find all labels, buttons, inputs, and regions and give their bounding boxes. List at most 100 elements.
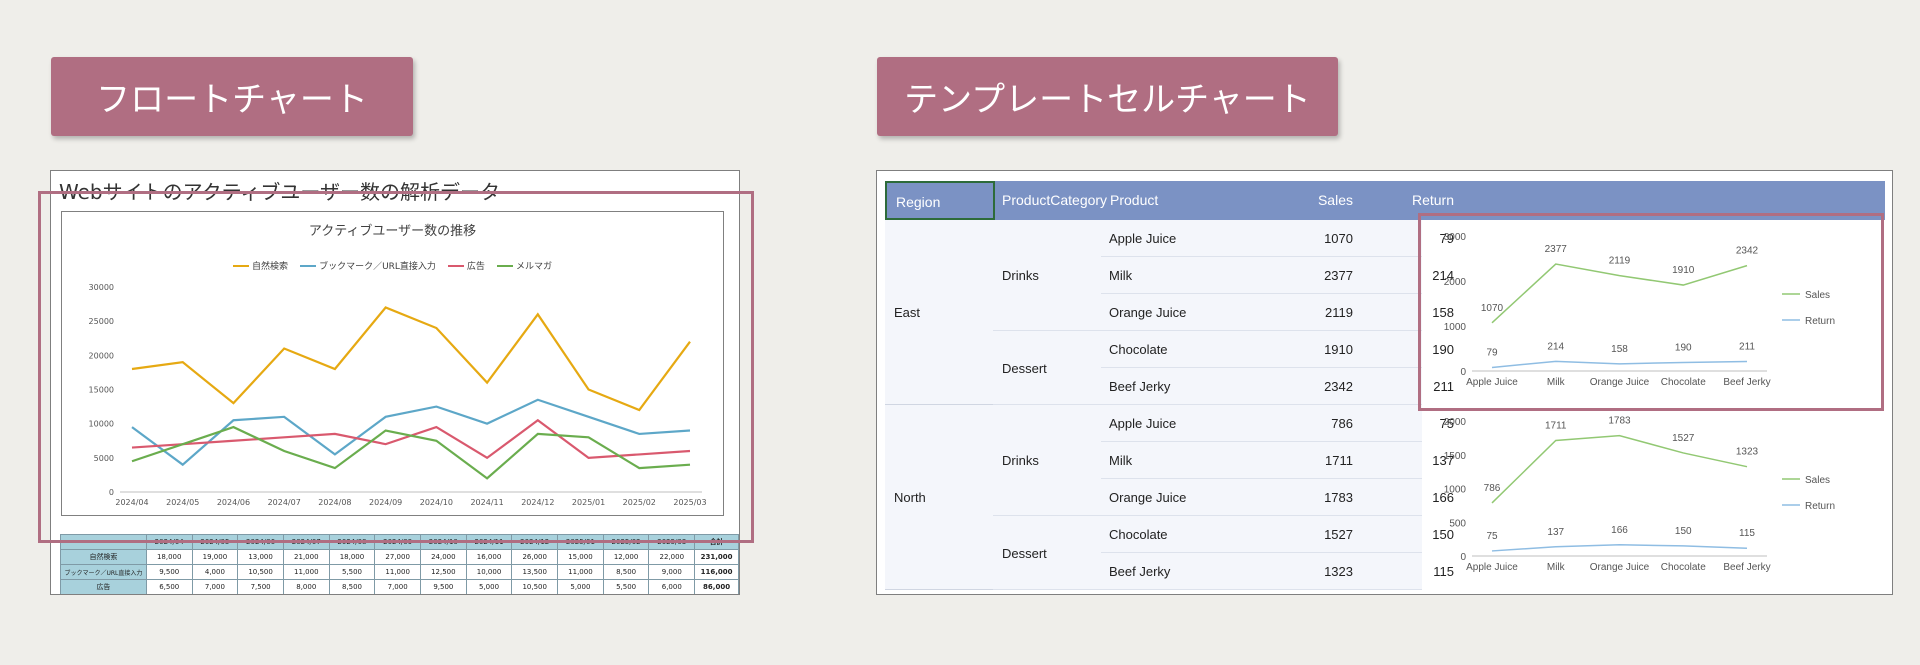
table-header-cell[interactable]: 2024/06 [237, 534, 284, 550]
table-header-cell[interactable] [60, 534, 147, 550]
table-header-cell[interactable]: 2024/12 [511, 534, 559, 550]
table-cell[interactable]: 8,500 [602, 564, 650, 580]
header-product-category[interactable]: ProductCategory [1002, 181, 1107, 220]
table-cell[interactable]: 10,000 [465, 564, 513, 580]
table-header-cell[interactable]: 2025/03 [648, 534, 696, 550]
table-cell[interactable]: 16,000 [465, 549, 513, 565]
table-cell[interactable]: 11,000 [282, 564, 330, 580]
table-header-cell[interactable]: 2024/10 [420, 534, 467, 550]
sales-cell[interactable]: 2119 [1267, 294, 1353, 331]
product-cell[interactable]: Milk [1109, 442, 1132, 479]
table-cell[interactable]: 12,000 [602, 549, 650, 565]
table-cell[interactable]: 19,000 [191, 549, 239, 565]
product-cell[interactable]: Chocolate [1109, 516, 1168, 553]
region-cell[interactable]: North [894, 479, 926, 516]
product-cell[interactable]: Apple Juice [1109, 405, 1176, 442]
table-cell[interactable]: 5,000 [557, 579, 604, 594]
table-header-cell[interactable]: 合計 [694, 534, 739, 550]
table-header-cell[interactable]: 2024/07 [282, 534, 330, 550]
table-cell[interactable]: 3,500 [603, 595, 649, 596]
table-cell[interactable]: 8,000 [558, 595, 604, 596]
table-cell[interactable]: 18,000 [328, 549, 376, 565]
table-cell[interactable]: 10,500 [511, 579, 559, 594]
table-cell[interactable]: 26,000 [511, 549, 559, 565]
row-label-cell[interactable]: メルマガ [61, 595, 147, 596]
category-cell[interactable]: Dessert [1002, 535, 1047, 572]
table-cell[interactable]: 73,000 [695, 595, 739, 596]
table-cell[interactable]: 24,000 [420, 549, 467, 565]
header-region-cell[interactable]: Region [885, 181, 995, 220]
table-cell[interactable]: 4,500 [146, 595, 192, 596]
table-cell[interactable]: 7,000 [191, 579, 239, 594]
table-cell[interactable]: 5,500 [602, 579, 650, 594]
header-sales[interactable]: Sales [1285, 181, 1353, 220]
line-chart-active-users[interactable]: 0 5000 10000 15000 20000 25000 30000 2024/04 202… [61, 211, 724, 516]
row-label-cell[interactable]: 広告 [60, 579, 147, 594]
table-cell[interactable]: 27,000 [374, 549, 421, 565]
table-header-cell[interactable]: 2024/08 [328, 534, 376, 550]
category-cell[interactable]: Drinks [1002, 442, 1039, 479]
table-cell[interactable]: 22,000 [648, 549, 696, 565]
table-cell[interactable]: 9,500 [145, 564, 193, 580]
table-cell[interactable]: 8,500 [328, 579, 376, 594]
table-cell[interactable]: 5,500 [328, 564, 376, 580]
table-cell[interactable]: 10,500 [237, 564, 284, 580]
table-cell[interactable]: 8,000 [282, 579, 330, 594]
table-cell[interactable]: 9,500 [420, 579, 467, 594]
table-header-cell[interactable]: 2024/11 [465, 534, 513, 550]
table-cell[interactable]: 86,000 [694, 579, 739, 594]
sales-cell[interactable]: 1783 [1267, 479, 1353, 516]
header-product[interactable]: Product [1110, 181, 1158, 220]
table-cell[interactable]: 6,500 [145, 579, 193, 594]
product-cell[interactable]: Chocolate [1109, 331, 1168, 368]
sales-cell[interactable]: 2342 [1267, 368, 1353, 405]
header-return[interactable]: Return [1367, 181, 1454, 220]
sales-cell[interactable]: 1711 [1267, 442, 1353, 479]
sales-cell[interactable]: 1910 [1267, 331, 1353, 368]
table-header-cell[interactable]: 2025/02 [602, 534, 650, 550]
region-cell[interactable]: East [894, 294, 920, 331]
table-cell[interactable]: 13,000 [237, 549, 284, 565]
table-cell[interactable]: 9,000 [375, 595, 421, 596]
table-cell[interactable]: 7,500 [237, 579, 284, 594]
table-cell[interactable]: 15,000 [557, 549, 604, 565]
table-header-cell[interactable]: 2024/05 [191, 534, 239, 550]
table-cell[interactable]: 231,000 [694, 549, 739, 565]
table-cell[interactable]: 11,000 [374, 564, 421, 580]
table-cell[interactable]: 4,000 [649, 595, 695, 596]
table-cell[interactable]: 116,000 [694, 564, 739, 580]
product-cell[interactable]: Orange Juice [1109, 479, 1186, 516]
table-cell[interactable]: 3,500 [329, 595, 375, 596]
table-header-cell[interactable]: 2024/09 [374, 534, 421, 550]
table-cell[interactable]: 5,000 [465, 579, 513, 594]
table-cell[interactable]: 6,000 [283, 595, 329, 596]
product-cell[interactable]: Milk [1109, 257, 1132, 294]
table-cell[interactable]: 4,000 [191, 564, 239, 580]
table-cell[interactable]: 9,500 [238, 595, 284, 596]
table-cell[interactable]: 12,500 [420, 564, 467, 580]
cell-chart-east[interactable]: 0100020003000Apple Juice Milk Orange Juice… [1422, 219, 1892, 404]
table-cell[interactable]: 9,000 [648, 564, 696, 580]
table-cell[interactable]: 2,000 [466, 595, 512, 596]
sales-cell[interactable]: 1070 [1267, 220, 1353, 257]
table-cell[interactable]: 13,500 [511, 564, 559, 580]
product-cell[interactable]: Orange Juice [1109, 294, 1186, 331]
product-cell[interactable]: Beef Jerky [1109, 368, 1170, 405]
sales-cell[interactable]: 1323 [1267, 553, 1353, 590]
table-header-cell[interactable]: 2025/01 [557, 534, 604, 550]
sales-cell[interactable]: 1527 [1267, 516, 1353, 553]
table-cell[interactable]: 11,000 [557, 564, 604, 580]
sales-cell[interactable]: 2377 [1267, 257, 1353, 294]
table-cell[interactable]: 21,000 [282, 549, 330, 565]
category-cell[interactable]: Dessert [1002, 350, 1047, 387]
product-cell[interactable]: Apple Juice [1109, 220, 1176, 257]
table-cell[interactable]: 8,500 [512, 595, 558, 596]
cell-chart-north[interactable]: 0500100015002000Apple Juice Milk Orange Ju… [1422, 404, 1892, 589]
sales-cell[interactable]: 786 [1267, 405, 1353, 442]
table-cell[interactable]: 7,500 [421, 595, 467, 596]
row-label-cell[interactable]: ブックマーク／URL直接入力 [60, 564, 147, 580]
product-cell[interactable]: Beef Jerky [1109, 553, 1170, 590]
table-cell[interactable]: 18,000 [145, 549, 193, 565]
table-header-cell[interactable]: 2024/04 [145, 534, 193, 550]
table-cell[interactable]: 7,000 [374, 579, 421, 594]
